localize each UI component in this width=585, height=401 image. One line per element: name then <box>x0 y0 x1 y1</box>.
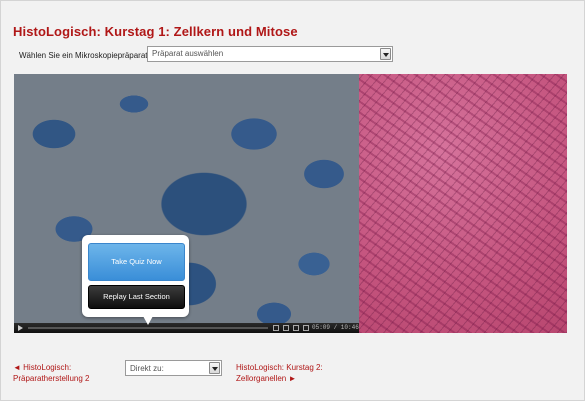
page-title: HistoLogisch: Kurstag 1: Zellkern und Mi… <box>13 24 298 39</box>
take-quiz-button[interactable]: Take Quiz Now <box>88 243 185 281</box>
volume-icon[interactable] <box>273 325 279 331</box>
fullscreen-icon[interactable] <box>303 325 309 331</box>
page-frame: HistoLogisch: Kurstag 1: Zellkern und Mi… <box>0 0 585 401</box>
next-lesson-link[interactable]: HistoLogisch: Kurstag 2: Zellorganellen … <box>236 362 346 384</box>
specimen-select[interactable]: Präparat auswählen <box>147 46 393 62</box>
specimen-select-label: Wählen Sie ein Mikroskopiepräparat <box>19 51 148 60</box>
jump-to-value: Direkt zu: <box>130 364 164 373</box>
captions-icon[interactable] <box>283 325 289 331</box>
popup-pointer <box>143 316 153 325</box>
video-time: 05:09 / 10:46 <box>312 324 359 331</box>
specimen-select-value: Präparat auswählen <box>152 49 224 58</box>
chevron-down-icon[interactable] <box>209 362 220 374</box>
video-control-bar: 05:09 / 10:46 <box>14 323 359 333</box>
jump-to-select[interactable]: Direkt zu: <box>125 360 222 376</box>
prev-lesson-link[interactable]: ◄ HistoLogisch: Präparatherstellung 2 <box>13 362 113 384</box>
microscopy-image-pink <box>359 74 567 333</box>
play-icon[interactable] <box>18 325 23 331</box>
chevron-down-icon[interactable] <box>380 48 391 60</box>
replay-last-section-button[interactable]: Replay Last Section <box>88 285 185 309</box>
settings-icon[interactable] <box>293 325 299 331</box>
quiz-popup: Take Quiz Now Replay Last Section <box>82 235 189 317</box>
video-progress-bar[interactable] <box>28 327 268 329</box>
